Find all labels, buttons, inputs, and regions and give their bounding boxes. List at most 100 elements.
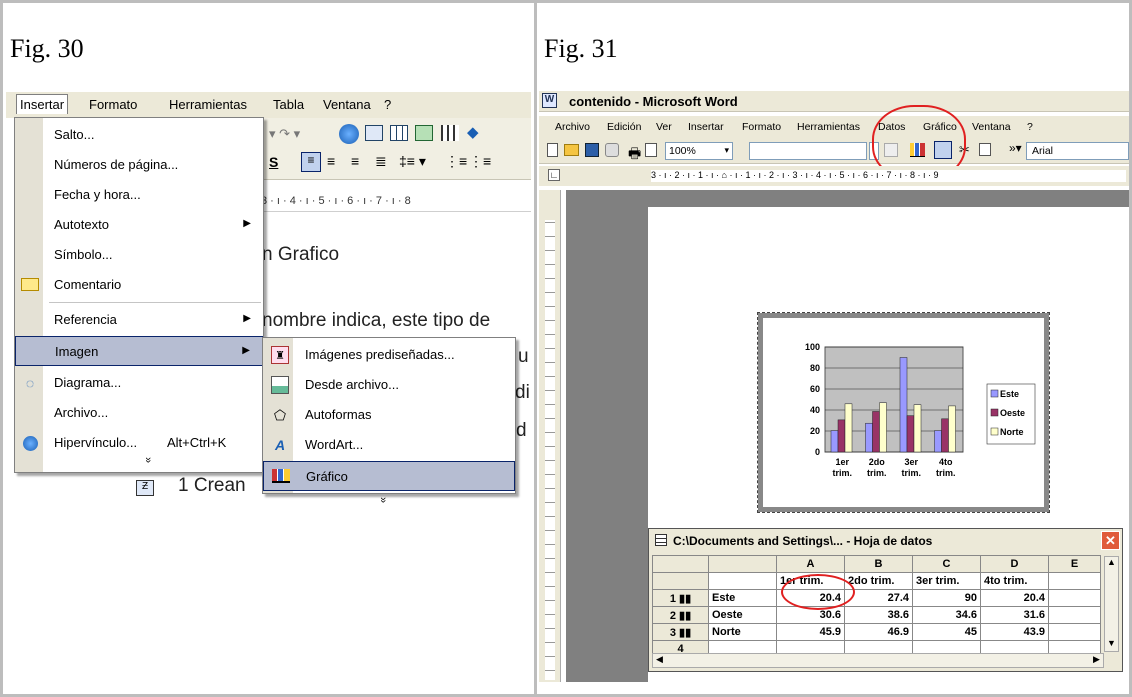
print-preview-icon[interactable] <box>645 143 657 157</box>
save-icon[interactable] <box>585 143 599 157</box>
doc-line-1: n Grafico <box>262 244 340 265</box>
value-cell[interactable]: 46.9 <box>844 623 913 641</box>
menu-help[interactable]: ? <box>384 97 391 112</box>
horizontal-scrollbar[interactable]: ◀ ▶ <box>652 653 1104 668</box>
align-left-icon[interactable]: ≡ <box>301 152 321 172</box>
scroll-down-icon[interactable]: ▼ <box>1105 638 1118 651</box>
style-s-button[interactable]: S <box>269 154 278 170</box>
menu-item-archivo[interactable]: Archivo... <box>15 398 263 428</box>
menu-formato[interactable]: Formato <box>742 121 781 133</box>
open-icon[interactable] <box>564 144 579 156</box>
chart-object[interactable]: 0 20 40 60 80 100 1er trim. 2do trim. 3er trim. 4to t… <box>757 312 1050 513</box>
menu-ver[interactable]: Ver <box>656 121 672 133</box>
menu-ventana[interactable]: Ventana <box>972 121 1011 133</box>
align-center-icon[interactable]: ≡ <box>327 153 335 169</box>
cell[interactable] <box>1048 589 1101 607</box>
copy-icon[interactable] <box>979 143 991 156</box>
vertical-scrollbar[interactable]: ▲ ▼ <box>1104 556 1119 652</box>
excel-icon[interactable] <box>415 125 433 141</box>
row-header-blank[interactable] <box>652 572 709 590</box>
menu-item-salto[interactable]: Salto... <box>15 120 263 150</box>
insert-table-icon[interactable] <box>390 125 408 141</box>
value-cell[interactable]: 34.6 <box>912 606 981 624</box>
value-cell[interactable]: 31.6 <box>980 606 1049 624</box>
menu-ventana[interactable]: Ventana <box>323 97 371 112</box>
zoom-select[interactable]: 100% ▾ <box>665 142 733 160</box>
scroll-left-icon[interactable]: ◀ <box>653 654 666 665</box>
col-header-b[interactable]: B <box>844 555 913 573</box>
series-name-cell[interactable]: Oeste <box>708 606 777 624</box>
value-cell[interactable]: 45 <box>912 623 981 641</box>
submenu-expand-chevron-icon[interactable]: » <box>377 497 389 503</box>
scroll-up-icon[interactable]: ▲ <box>1105 557 1118 570</box>
category-header-cell[interactable]: 3er trim. <box>912 572 981 590</box>
menu-tabla[interactable]: Tabla <box>273 97 304 112</box>
bullets-icon[interactable]: ⋮≡ <box>469 153 491 170</box>
submenu-item-wordart[interactable]: A WordArt... <box>263 430 515 460</box>
doc-line-2: nombre indica, este tipo de <box>262 310 491 331</box>
menu-archivo[interactable]: Archivo <box>555 121 590 133</box>
cell[interactable] <box>1048 623 1101 641</box>
scroll-right-icon[interactable]: ▶ <box>1090 654 1103 665</box>
permission-icon[interactable] <box>605 143 619 157</box>
menu-herramientas[interactable]: Herramientas <box>797 121 860 133</box>
menu-insertar[interactable]: Insertar <box>688 121 724 133</box>
menu-herramientas[interactable]: Herramientas <box>169 97 247 112</box>
row-header[interactable]: 2 ▮▮ <box>652 606 709 624</box>
menu-formato[interactable]: Formato <box>89 97 137 112</box>
menu-item-fecha-hora[interactable]: Fecha y hora... <box>15 180 263 210</box>
menu-item-comentario[interactable]: Comentario <box>15 270 263 300</box>
font-select[interactable]: Arial <box>1026 142 1129 160</box>
justify-icon[interactable]: ≣ <box>375 153 387 170</box>
numbering-icon[interactable]: ⋮≡ <box>445 153 467 170</box>
drawing-icon[interactable]: ◆ <box>467 123 479 141</box>
category-header-cell[interactable]: 2do trim. <box>844 572 913 590</box>
row-header[interactable]: 1 ▮▮ <box>652 589 709 607</box>
toolbar-options-icon[interactable]: »▾ <box>1009 141 1022 155</box>
menu-insertar[interactable]: Insertar <box>16 94 69 114</box>
menu-item-numeros-pagina[interactable]: Números de página... <box>15 150 263 180</box>
menu-item-autotexto[interactable]: Autotexto ▶ <box>15 210 263 240</box>
menu-item-imagen[interactable]: Imagen ▶ <box>15 336 263 366</box>
new-doc-icon[interactable] <box>547 143 558 157</box>
line-spacing-icon[interactable]: ‡≡ ▾ <box>399 153 426 170</box>
value-cell[interactable]: 90 <box>912 589 981 607</box>
col-header-blank[interactable] <box>708 555 777 573</box>
value-cell[interactable]: 38.6 <box>844 606 913 624</box>
menu-item-simbolo[interactable]: Símbolo... <box>15 240 263 270</box>
col-header-e[interactable]: E <box>1048 555 1101 573</box>
series-name-cell[interactable]: Norte <box>708 623 777 641</box>
align-right-icon[interactable]: ≡ <box>351 153 359 169</box>
category-header-cell[interactable]: 4to trim. <box>980 572 1049 590</box>
close-icon[interactable]: ✕ <box>1101 531 1120 550</box>
series-name-cell[interactable]: Este <box>708 589 777 607</box>
menu-edicion[interactable]: Edición <box>607 121 641 133</box>
value-cell[interactable]: 43.9 <box>980 623 1049 641</box>
tables-icon[interactable] <box>365 125 383 141</box>
cell[interactable] <box>1048 572 1101 590</box>
corner-cell[interactable] <box>652 555 709 573</box>
menu-help[interactable]: ? <box>1027 121 1033 133</box>
globe-icon[interactable] <box>339 124 359 144</box>
menu-item-referencia[interactable]: Referencia ▶ <box>15 305 263 335</box>
cell[interactable] <box>708 572 777 590</box>
submenu-item-desde-archivo[interactable]: Desde archivo... <box>263 370 515 400</box>
submenu-item-autoformas[interactable]: ⬠ Autoformas <box>263 400 515 430</box>
col-header-c[interactable]: C <box>912 555 981 573</box>
submenu-arrow-icon: ▶ <box>243 313 251 324</box>
value-cell[interactable]: 20.4 <box>980 589 1049 607</box>
tab-stop-icon[interactable]: ∟ <box>548 169 560 181</box>
value-cell[interactable]: 45.9 <box>776 623 845 641</box>
submenu-item-clipart[interactable]: ♜ Imágenes prediseñadas... <box>263 340 515 370</box>
cell[interactable] <box>1048 606 1101 624</box>
columns-icon[interactable] <box>441 125 459 141</box>
redo-icon[interactable]: ▾ ↷ ▾ <box>269 126 300 142</box>
col-header-d[interactable]: D <box>980 555 1049 573</box>
formula-box[interactable] <box>749 142 867 160</box>
print-icon[interactable]: 🖶 <box>628 143 641 167</box>
col-header-a[interactable]: A <box>776 555 845 573</box>
row-header[interactable]: 3 ▮▮ <box>652 623 709 641</box>
submenu-item-grafico[interactable]: Gráfico <box>263 461 515 491</box>
menu-expand-chevron[interactable]: » <box>15 452 263 472</box>
menu-item-diagrama[interactable]: ◌ Diagrama... <box>15 368 263 398</box>
